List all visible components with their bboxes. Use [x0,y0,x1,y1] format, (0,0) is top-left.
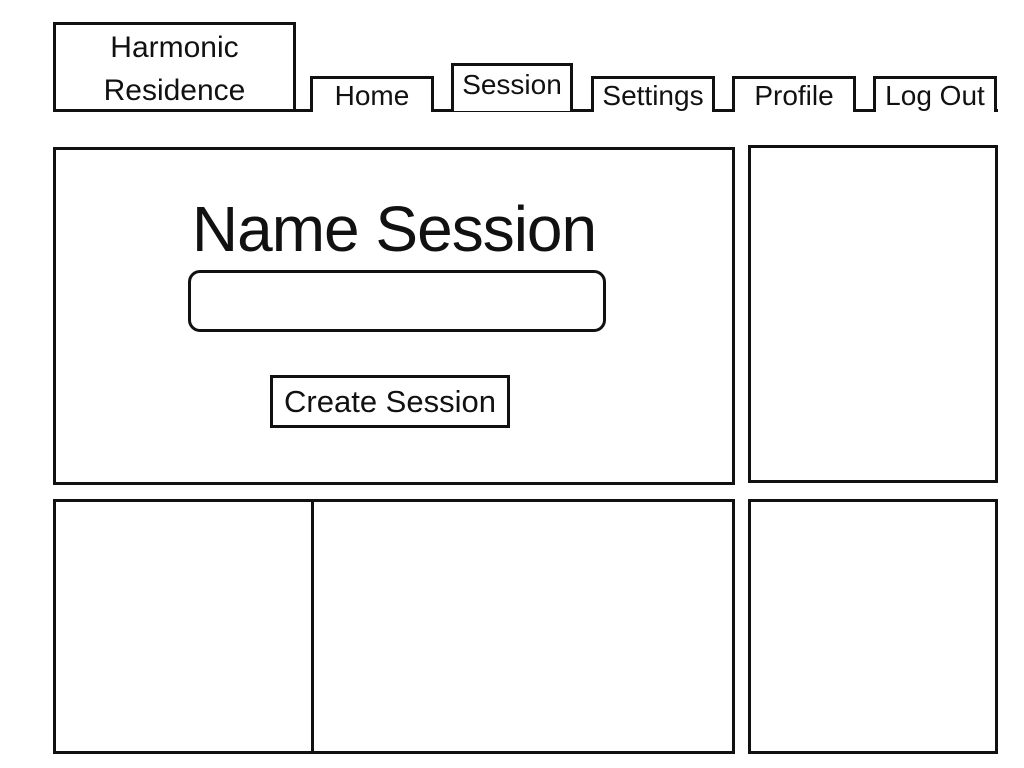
brand-title: Harmonic Residence [103,30,246,107]
right-top-panel [748,145,998,483]
tab-session[interactable]: Session [451,63,573,111]
page-title: Name Session [191,193,597,265]
tab-profile[interactable]: Profile [732,76,856,112]
create-session-button[interactable]: Create Session [270,375,510,428]
app-canvas: Harmonic Residence Home Session Settings… [0,0,1024,768]
right-bottom-panel [748,499,998,754]
tab-logout[interactable]: Log Out [873,76,997,112]
tab-session-label: Session [462,68,562,100]
name-session-panel: Name Session Create Session [53,147,735,485]
tab-settings-label: Settings [602,80,704,111]
tab-home-label: Home [334,80,410,111]
session-name-input[interactable] [188,270,606,332]
tab-profile-label: Profile [754,80,834,111]
brand-logo: Harmonic Residence [53,22,296,112]
bottom-left-panel [53,499,314,754]
tab-logout-label: Log Out [885,80,985,111]
tab-home[interactable]: Home [310,76,434,112]
bottom-center-panel [311,499,735,754]
tab-settings[interactable]: Settings [591,76,715,112]
